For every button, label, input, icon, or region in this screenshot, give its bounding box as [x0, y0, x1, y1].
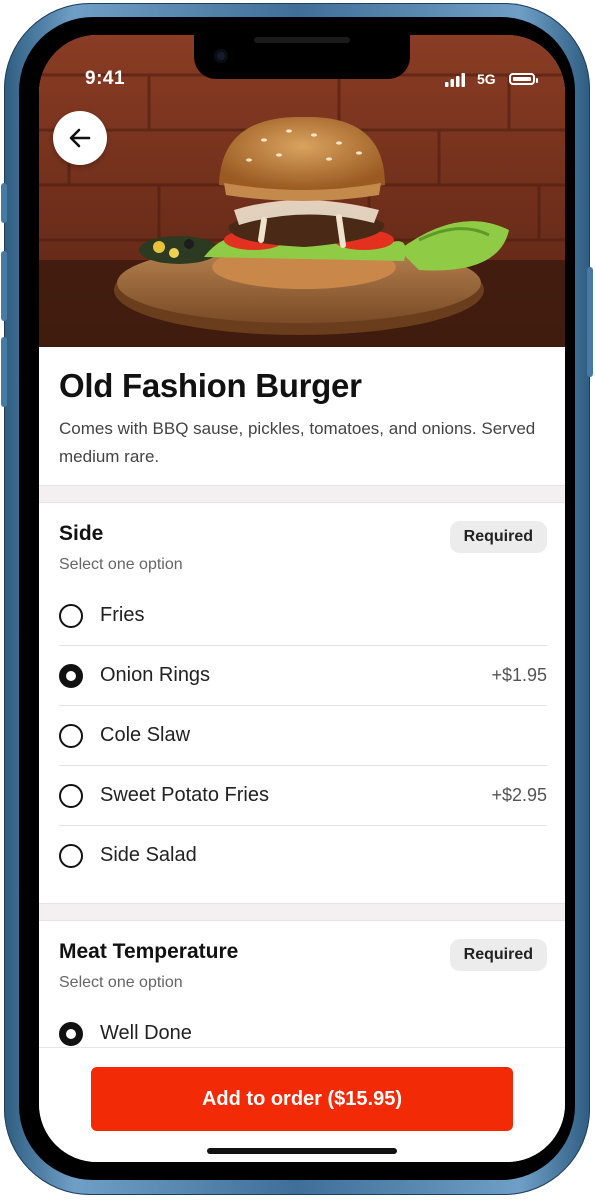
radio-button-selected[interactable] — [59, 664, 83, 688]
section-divider — [39, 903, 565, 921]
option-side-salad[interactable]: Side Salad — [59, 826, 547, 886]
phone-frame: 9:41 5G Old Fashion Burger Comes with BB… — [1, 3, 593, 1195]
signal-icon — [445, 73, 465, 87]
required-badge: Required — [449, 521, 547, 553]
option-price: +$1.95 — [491, 665, 547, 685]
product-description: Comes with BBQ sause, pickles, tomatoes,… — [59, 419, 536, 466]
arrow-left-icon — [69, 128, 91, 148]
phone-bezel: 9:41 5G Old Fashion Burger Comes with BB… — [19, 17, 575, 1180]
back-button[interactable] — [53, 111, 107, 165]
status-time: 9:41 — [85, 68, 126, 89]
option-label: Fries — [100, 604, 145, 626]
section-title-side: Side — [59, 522, 104, 545]
option-fries[interactable]: Fries — [59, 586, 547, 646]
network-type: 5G — [477, 71, 496, 87]
section-title-meat-temperature: Meat Temperature — [59, 940, 239, 963]
home-indicator[interactable] — [207, 1148, 397, 1154]
order-footer: Add to order ($15.95) — [39, 1047, 565, 1162]
radio-button[interactable] — [59, 844, 83, 868]
option-label: Cole Slaw — [100, 724, 191, 746]
speaker-grille — [254, 37, 350, 43]
item-details: Old Fashion Burger Comes with BBQ sause,… — [39, 347, 565, 1047]
front-camera — [214, 49, 228, 63]
screen: 9:41 5G Old Fashion Burger Comes with BB… — [39, 35, 565, 1162]
product-title: Old Fashion Burger — [59, 367, 362, 404]
required-badge: Required — [449, 939, 547, 971]
radio-button[interactable] — [59, 724, 83, 748]
volume-up-button — [1, 251, 7, 321]
power-button — [587, 267, 593, 377]
option-label: Onion Rings — [100, 664, 211, 686]
option-onion-rings[interactable]: Onion Rings +$1.95 — [59, 646, 547, 706]
section-subtitle-meat-temperature: Select one option — [59, 974, 183, 991]
radio-button-selected[interactable] — [59, 1022, 83, 1046]
volume-down-button — [1, 337, 7, 407]
option-sweet-potato-fries[interactable]: Sweet Potato Fries +$2.95 — [59, 766, 547, 826]
status-bar: 9:41 5G — [39, 68, 565, 93]
battery-tip — [536, 78, 538, 83]
radio-button[interactable] — [59, 784, 83, 808]
option-label: Side Salad — [100, 844, 197, 866]
option-label: Well Done — [100, 1022, 192, 1044]
mute-switch — [1, 183, 7, 223]
option-price: +$2.95 — [491, 785, 547, 805]
radio-button[interactable] — [59, 604, 83, 628]
add-to-order-button[interactable]: Add to order ($15.95) — [91, 1067, 513, 1131]
section-divider — [39, 485, 565, 503]
option-label: Sweet Potato Fries — [100, 784, 269, 806]
section-subtitle-side: Select one option — [59, 556, 183, 573]
option-cole-slaw[interactable]: Cole Slaw — [59, 706, 547, 766]
battery-icon — [509, 73, 535, 85]
